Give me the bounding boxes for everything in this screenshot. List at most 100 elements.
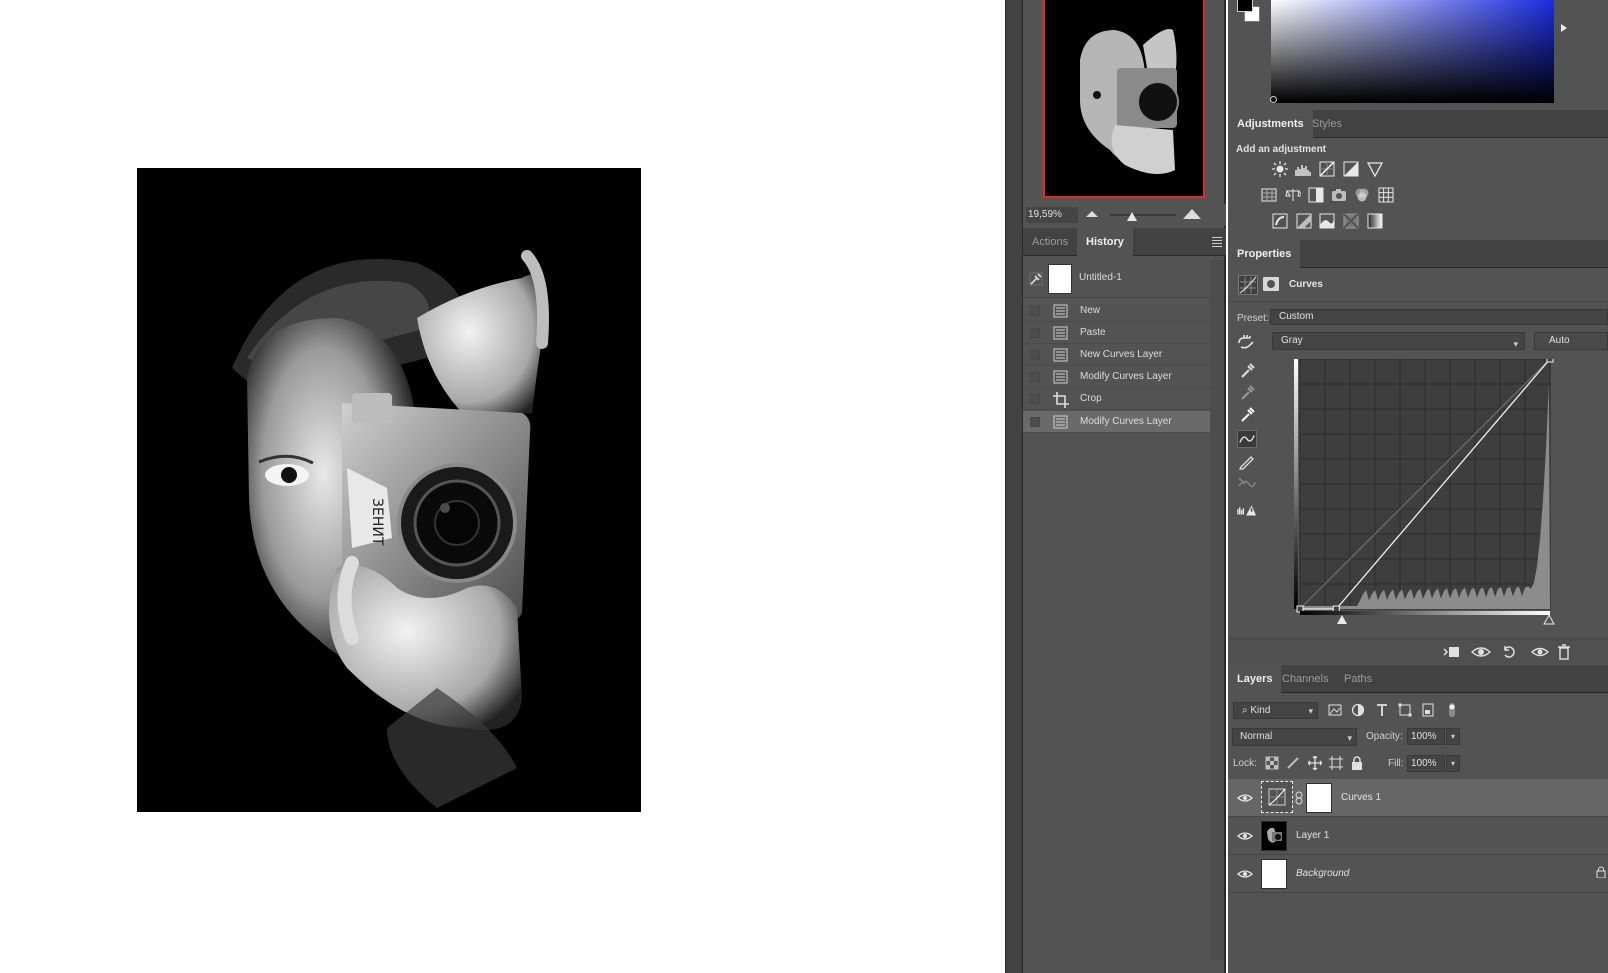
tab-adjustments[interactable]: Adjustments bbox=[1228, 110, 1313, 138]
eye-icon[interactable] bbox=[1237, 830, 1253, 842]
posterize-icon[interactable] bbox=[1296, 213, 1312, 229]
layer-filter-kind-select[interactable]: ⌕ Kind ▾ bbox=[1233, 702, 1318, 719]
lock-icon[interactable] bbox=[1596, 866, 1606, 878]
layer-row-layer-1[interactable]: Layer 1 bbox=[1228, 817, 1608, 855]
color-lookup-icon[interactable] bbox=[1378, 187, 1394, 203]
lock-all-icon[interactable] bbox=[1351, 756, 1363, 770]
lock-position-icon[interactable] bbox=[1308, 756, 1322, 770]
pencil-icon[interactable] bbox=[1237, 452, 1257, 470]
large-mountain-icon[interactable] bbox=[1183, 207, 1201, 219]
panel-menu-icon[interactable] bbox=[1212, 237, 1222, 249]
navigator-thumbnail[interactable] bbox=[1043, 0, 1205, 198]
link-icon[interactable] bbox=[1295, 791, 1303, 805]
adjustment-layer-filter-icon[interactable] bbox=[1350, 702, 1366, 718]
black-point-slider-icon[interactable] bbox=[1336, 615, 1348, 625]
history-snapshot[interactable]: Untitled-1 bbox=[1023, 260, 1210, 298]
zoom-level-input[interactable]: 19,59% bbox=[1026, 207, 1078, 223]
vibrance-icon[interactable] bbox=[1367, 161, 1383, 177]
layer-row-background[interactable]: Background bbox=[1228, 855, 1608, 893]
history-item-selected[interactable]: Modify Curves Layer bbox=[1023, 411, 1210, 433]
targeted-adjustment-icon[interactable] bbox=[1237, 334, 1255, 350]
tab-styles[interactable]: Styles bbox=[1303, 110, 1351, 138]
white-point-slider-icon[interactable] bbox=[1543, 615, 1555, 625]
foreground-color-swatch[interactable] bbox=[1237, 0, 1253, 12]
history-source-checkbox[interactable] bbox=[1030, 372, 1040, 382]
color-picker-field[interactable] bbox=[1271, 0, 1554, 103]
fill-dropdown-button[interactable]: ▾ bbox=[1446, 755, 1460, 772]
levels-icon[interactable] bbox=[1295, 161, 1311, 177]
history-brush-icon[interactable] bbox=[1029, 272, 1043, 286]
color-picker-cursor[interactable] bbox=[1270, 96, 1277, 103]
history-item[interactable]: Modify Curves Layer bbox=[1023, 366, 1210, 388]
history-source-checkbox[interactable] bbox=[1030, 417, 1040, 427]
lock-artboard-icon[interactable] bbox=[1329, 756, 1343, 770]
type-layer-filter-icon[interactable] bbox=[1374, 702, 1390, 718]
reset-icon[interactable] bbox=[1501, 644, 1517, 660]
tab-actions[interactable]: Actions bbox=[1023, 228, 1077, 256]
zoom-slider-thumb[interactable] bbox=[1127, 212, 1137, 221]
tab-properties[interactable]: Properties bbox=[1228, 240, 1301, 268]
brightness-contrast-icon[interactable] bbox=[1272, 161, 1288, 177]
hue-saturation-icon[interactable] bbox=[1261, 187, 1277, 203]
document-photo[interactable]: ЗЕНИТ bbox=[137, 168, 641, 812]
fill-input[interactable]: 100% bbox=[1407, 755, 1445, 772]
clip-to-layer-icon[interactable] bbox=[1443, 644, 1461, 660]
layer-mask-thumbnail[interactable] bbox=[1306, 783, 1332, 813]
tab-channels[interactable]: Channels bbox=[1273, 665, 1337, 693]
layer-row-curves-1[interactable]: Curves 1 bbox=[1228, 779, 1608, 817]
history-scrollbar[interactable] bbox=[1210, 260, 1224, 960]
visibility-eye-icon[interactable] bbox=[1531, 644, 1549, 660]
curve-point-tool-icon[interactable] bbox=[1237, 430, 1257, 448]
background-thumbnail[interactable] bbox=[1261, 859, 1287, 889]
history-source-checkbox[interactable] bbox=[1030, 328, 1040, 338]
hue-slider-arrow[interactable] bbox=[1561, 24, 1567, 32]
history-source-checkbox[interactable] bbox=[1030, 394, 1040, 404]
black-white-icon[interactable] bbox=[1308, 187, 1324, 203]
filter-toggle-icon[interactable] bbox=[1444, 702, 1460, 718]
selective-color-icon[interactable] bbox=[1343, 213, 1359, 229]
blend-mode-select[interactable]: Normal ▾ bbox=[1232, 728, 1357, 746]
white-point-eyedropper-icon[interactable] bbox=[1237, 405, 1257, 423]
history-item[interactable]: New bbox=[1023, 300, 1210, 322]
curves-adjustment-thumbnail[interactable] bbox=[1261, 781, 1293, 813]
history-source-checkbox[interactable] bbox=[1030, 306, 1040, 316]
exposure-icon[interactable] bbox=[1343, 161, 1359, 177]
small-mountain-icon[interactable] bbox=[1086, 209, 1098, 217]
history-item[interactable]: Paste bbox=[1023, 322, 1210, 344]
curves-graph[interactable] bbox=[1294, 359, 1554, 615]
tab-paths[interactable]: Paths bbox=[1335, 665, 1381, 693]
tab-history[interactable]: History bbox=[1077, 228, 1133, 256]
eye-icon[interactable] bbox=[1237, 868, 1253, 880]
opacity-input[interactable]: 100% bbox=[1407, 728, 1445, 745]
eye-icon[interactable] bbox=[1237, 792, 1253, 804]
opacity-dropdown-button[interactable]: ▾ bbox=[1446, 728, 1460, 745]
pixel-layer-filter-icon[interactable] bbox=[1327, 702, 1343, 718]
history-item[interactable]: New Curves Layer bbox=[1023, 344, 1210, 366]
smart-object-filter-icon[interactable] bbox=[1420, 702, 1436, 718]
curves-adjustment-icon[interactable] bbox=[1238, 275, 1258, 295]
document-canvas[interactable]: ЗЕНИТ bbox=[0, 0, 1005, 973]
shape-layer-filter-icon[interactable] bbox=[1397, 702, 1413, 718]
gradient-map-icon[interactable] bbox=[1367, 213, 1383, 229]
invert-icon[interactable] bbox=[1272, 213, 1288, 229]
trash-icon[interactable] bbox=[1558, 644, 1570, 660]
history-source-checkbox[interactable] bbox=[1030, 350, 1040, 360]
gray-point-eyedropper-icon[interactable] bbox=[1237, 383, 1257, 401]
preset-select[interactable]: Custom bbox=[1270, 309, 1608, 325]
color-balance-icon[interactable] bbox=[1285, 187, 1301, 203]
curves-icon[interactable] bbox=[1319, 161, 1335, 177]
auto-button[interactable]: Auto bbox=[1534, 332, 1608, 350]
zoom-slider-track[interactable] bbox=[1110, 214, 1176, 216]
channel-select[interactable]: Gray ▾ bbox=[1272, 332, 1525, 350]
curve-control-point[interactable] bbox=[1546, 359, 1554, 363]
smooth-curve-icon[interactable] bbox=[1237, 474, 1257, 492]
photo-filter-icon[interactable] bbox=[1331, 187, 1347, 203]
lock-transparent-pixels-icon[interactable] bbox=[1265, 756, 1279, 770]
threshold-icon[interactable] bbox=[1319, 213, 1335, 229]
lock-image-pixels-icon[interactable] bbox=[1286, 756, 1300, 770]
channel-mixer-icon[interactable] bbox=[1354, 187, 1370, 203]
layer-image-thumbnail[interactable] bbox=[1261, 821, 1287, 851]
clipping-warning-icon[interactable] bbox=[1237, 501, 1257, 519]
view-previous-state-icon[interactable] bbox=[1471, 644, 1491, 660]
history-item[interactable]: Crop bbox=[1023, 388, 1210, 410]
